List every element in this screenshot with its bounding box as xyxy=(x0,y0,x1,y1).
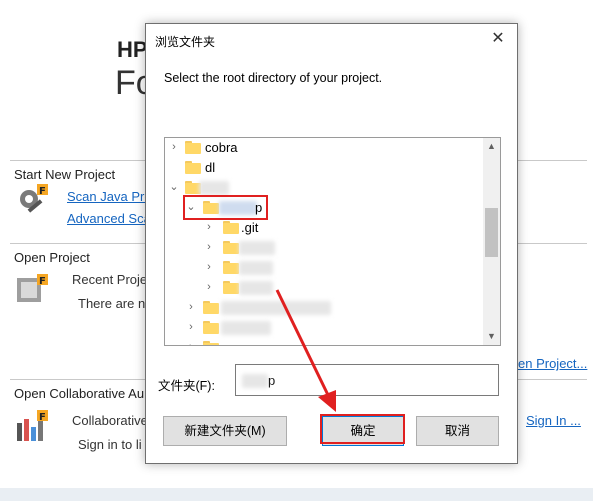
annotation-arrow xyxy=(275,289,336,412)
